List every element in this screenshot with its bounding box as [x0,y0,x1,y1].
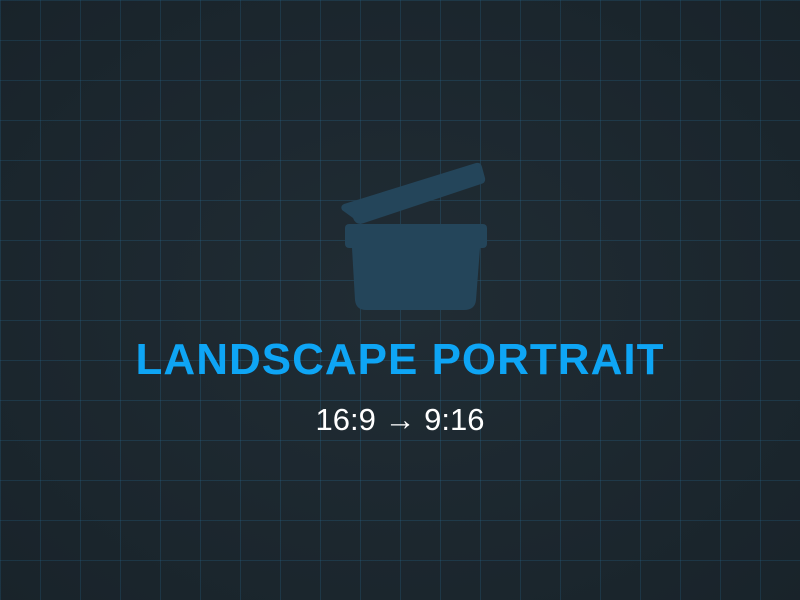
page: { "title": "LANDSCAPE PORTRAIT", "subtit… [0,0,800,600]
clapper-body [352,248,480,310]
clapper-arm [341,162,486,224]
clapper-hinge [345,224,487,248]
title: LANDSCAPE PORTRAIT [135,335,665,384]
subtitle: 16:9 → 9:16 [315,402,485,437]
clapperboard-icon [341,162,487,310]
